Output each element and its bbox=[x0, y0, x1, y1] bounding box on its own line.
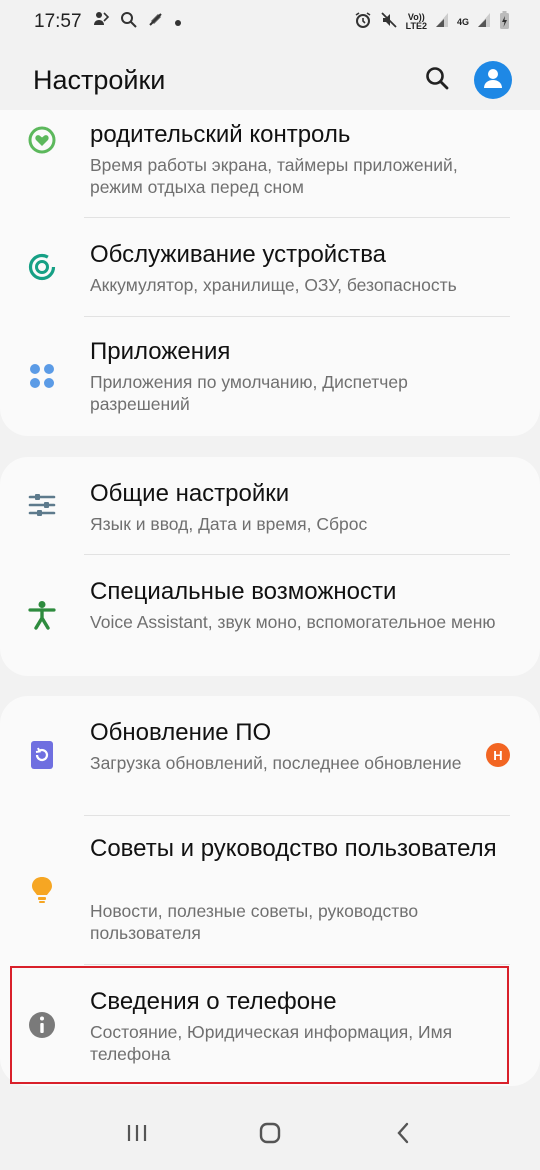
dual-user-icon bbox=[92, 10, 110, 34]
list-item-apps[interactable]: Приложения Приложения по умолчанию, Дисп… bbox=[0, 317, 540, 436]
list-item-accessibility[interactable]: Специальные возможности Voice Assistant,… bbox=[0, 555, 540, 676]
account-button[interactable] bbox=[474, 61, 512, 99]
list-item-tips[interactable]: Советы и руководство пользователя Новост… bbox=[0, 816, 540, 964]
signal-icon bbox=[477, 12, 491, 32]
tips-lightbulb-icon bbox=[26, 874, 58, 906]
item-title: Обслуживание устройства bbox=[90, 241, 387, 268]
item-subtitle: Аккумулятор, хранилище, ОЗУ, безопасност… bbox=[90, 275, 457, 295]
item-subtitle: Время работы экрана, таймеры приложений,… bbox=[90, 155, 458, 197]
software-update-icon bbox=[26, 739, 58, 771]
new-badge: Н bbox=[486, 743, 510, 767]
general-management-icon bbox=[26, 489, 58, 521]
network-4g-icon: 4G bbox=[456, 16, 469, 27]
navigation-bar bbox=[0, 1100, 540, 1170]
item-title: Специальные возможности bbox=[90, 578, 397, 605]
settings-group-1: родительский контроль Время работы экран… bbox=[0, 110, 540, 436]
list-item-software-update[interactable]: Обновление ПО Загрузка обновлений, после… bbox=[0, 696, 540, 815]
back-icon bbox=[393, 1121, 413, 1150]
apps-icon bbox=[26, 360, 58, 392]
recent-apps-icon bbox=[126, 1123, 148, 1148]
search-icon bbox=[424, 65, 450, 96]
settings-group-3: Обновление ПО Загрузка обновлений, после… bbox=[0, 696, 540, 1086]
item-subtitle: Язык и ввод, Дата и время, Сброс bbox=[90, 514, 368, 534]
dot-icon bbox=[174, 11, 182, 33]
item-title: Советы и руководство пользователя bbox=[90, 835, 497, 862]
volte-icon: Vo)) LTE2 bbox=[405, 12, 427, 31]
item-subtitle: Приложения по умолчанию, Диспетчер разре… bbox=[90, 372, 408, 414]
status-bar: 17:57 Vo)) LTE2 4G bbox=[0, 0, 540, 44]
home-button[interactable] bbox=[240, 1110, 300, 1160]
list-item-about-phone[interactable]: Сведения о телефоне Состояние, Юридическ… bbox=[0, 965, 540, 1086]
item-subtitle: Новости, полезные советы, руководство по… bbox=[90, 901, 419, 943]
home-icon bbox=[258, 1121, 282, 1150]
mute-icon bbox=[380, 11, 398, 33]
list-item-device-care[interactable]: Обслуживание устройства Аккумулятор, хра… bbox=[0, 218, 540, 316]
account-icon bbox=[481, 66, 505, 95]
item-subtitle: Состояние, Юридическая информация, Имя т… bbox=[90, 1022, 453, 1064]
back-button[interactable] bbox=[373, 1110, 433, 1160]
item-title: Приложения bbox=[90, 338, 231, 365]
device-care-icon bbox=[26, 251, 58, 283]
parental-control-icon bbox=[26, 124, 58, 156]
list-item-general-management[interactable]: Общие настройки Язык и ввод, Дата и врем… bbox=[0, 457, 540, 555]
alarm-icon bbox=[354, 11, 372, 33]
settings-group-2: Общие настройки Язык и ввод, Дата и врем… bbox=[0, 457, 540, 676]
search-button[interactable] bbox=[424, 65, 450, 96]
page-title: Настройки bbox=[33, 64, 166, 95]
item-title: Общие настройки bbox=[90, 480, 290, 507]
item-title: Сведения о телефоне bbox=[90, 988, 337, 1015]
item-subtitle: Voice Assistant, звук моно, вспомогатель… bbox=[90, 612, 496, 632]
item-title: родительский контроль bbox=[90, 121, 351, 148]
location-off-icon bbox=[147, 11, 164, 34]
list-item-parental-control[interactable]: родительский контроль Время работы экран… bbox=[0, 110, 540, 216]
signal-icon bbox=[435, 12, 449, 32]
battery-charging-icon bbox=[499, 10, 510, 34]
app-bar: Настройки bbox=[0, 50, 540, 110]
item-subtitle: Загрузка обновлений, последнее обновлени… bbox=[90, 753, 462, 773]
search-status-icon bbox=[120, 11, 137, 34]
accessibility-icon bbox=[26, 599, 58, 631]
item-title: Обновление ПО bbox=[90, 719, 272, 746]
recent-apps-button[interactable] bbox=[107, 1110, 167, 1160]
info-icon bbox=[26, 1009, 58, 1041]
status-time: 17:57 bbox=[34, 11, 82, 32]
